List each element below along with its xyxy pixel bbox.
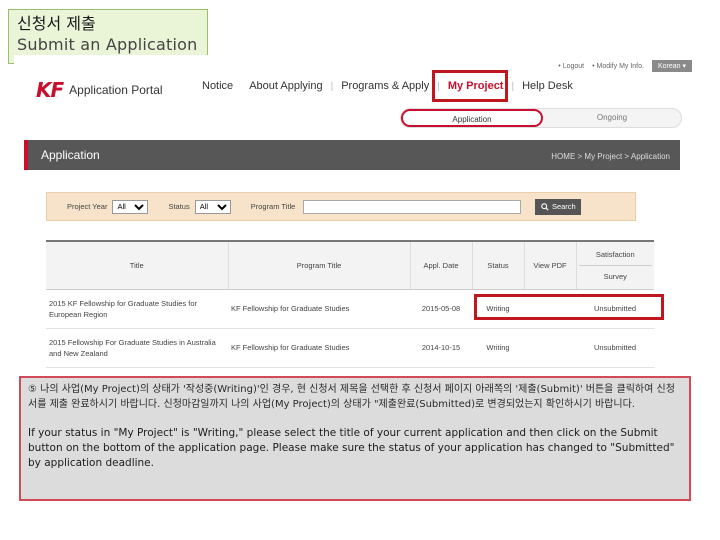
sub-tabs: Application Ongoing xyxy=(400,108,682,128)
col-status: Status xyxy=(472,240,525,290)
program-title-label: Program Title xyxy=(250,202,296,211)
tab-ongoing[interactable]: Ongoing xyxy=(543,109,681,127)
instruction-note: ⑤ 나의 사업(My Project)의 상태가 '작성중(Writing)'인… xyxy=(19,376,691,501)
table-row: 2015 Fellowship For Graduate Studies in … xyxy=(46,328,654,368)
project-year-label: Project Year xyxy=(67,202,108,211)
col-program-title: Program Title xyxy=(228,240,411,290)
portal-name: Application Portal xyxy=(69,83,163,97)
utility-links: • Logout • Modify My Info. Korean ▾ xyxy=(558,60,692,72)
col-appl-date: Appl. Date xyxy=(410,240,473,290)
main-nav: Notice About Applying | Programs & Apply… xyxy=(194,80,581,92)
portal-logo[interactable]: KF Application Portal xyxy=(36,78,163,102)
application-title-link[interactable]: 2015 KF Fellowship for Graduate Studies … xyxy=(46,289,228,329)
view-pdf-cell xyxy=(524,328,576,368)
note-korean: ⑤ 나의 사업(My Project)의 상태가 '작성중(Writing)'인… xyxy=(28,384,675,410)
search-icon xyxy=(541,202,549,211)
col-satisfaction: Satisfaction Survey xyxy=(576,240,654,290)
survey-label: Survey xyxy=(603,271,627,281)
nav-about-applying[interactable]: About Applying xyxy=(241,80,330,92)
appl-date-cell: 2014-10-15 xyxy=(410,328,472,368)
note-english: If your status in "My Project" is "Writi… xyxy=(28,427,675,469)
col-view-pdf: View PDF xyxy=(524,240,577,290)
page-title: Application xyxy=(41,148,100,162)
modify-info-link[interactable]: • Modify My Info. xyxy=(592,63,644,70)
my-project-highlight xyxy=(432,70,508,102)
nav-help-desk[interactable]: Help Desk xyxy=(514,80,581,92)
content-header: Application HOME > My Project > Applicat… xyxy=(24,140,680,170)
search-bar: Project Year All Status All Program Titl… xyxy=(46,192,636,221)
title-korean: 신청서 제출 xyxy=(17,14,96,33)
nav-notice[interactable]: Notice xyxy=(194,80,241,92)
search-button-label: Search xyxy=(551,202,576,211)
application-title-link[interactable]: 2015 Fellowship For Graduate Studies in … xyxy=(46,328,228,368)
appl-date-cell: 2015-05-08 xyxy=(410,289,472,329)
project-year-select[interactable]: All xyxy=(112,199,149,214)
kf-logo-icon: KF xyxy=(36,78,64,102)
status-label: Status xyxy=(168,202,190,211)
survey-cell: Unsubmitted xyxy=(576,328,654,368)
satisfaction-label: Satisfaction xyxy=(578,250,652,266)
col-title: Title xyxy=(46,240,229,290)
title-english: Submit an Application xyxy=(17,35,198,54)
program-title-cell: KF Fellowship for Graduate Studies xyxy=(228,328,410,368)
status-highlight xyxy=(474,294,664,320)
tab-application[interactable]: Application xyxy=(401,109,543,127)
program-title-cell: KF Fellowship for Graduate Studies xyxy=(228,289,410,329)
language-select[interactable]: Korean ▾ xyxy=(651,60,692,72)
logout-link[interactable]: • Logout xyxy=(558,63,584,70)
search-button[interactable]: Search xyxy=(535,198,582,215)
nav-programs-apply[interactable]: Programs & Apply xyxy=(333,80,437,92)
breadcrumb: HOME > My Project > Application xyxy=(551,152,670,161)
status-cell: Writing xyxy=(472,328,524,368)
status-select[interactable]: All xyxy=(194,199,231,214)
table-header-row: Title Program Title Appl. Date Status Vi… xyxy=(46,240,654,290)
program-title-input[interactable] xyxy=(303,199,522,214)
